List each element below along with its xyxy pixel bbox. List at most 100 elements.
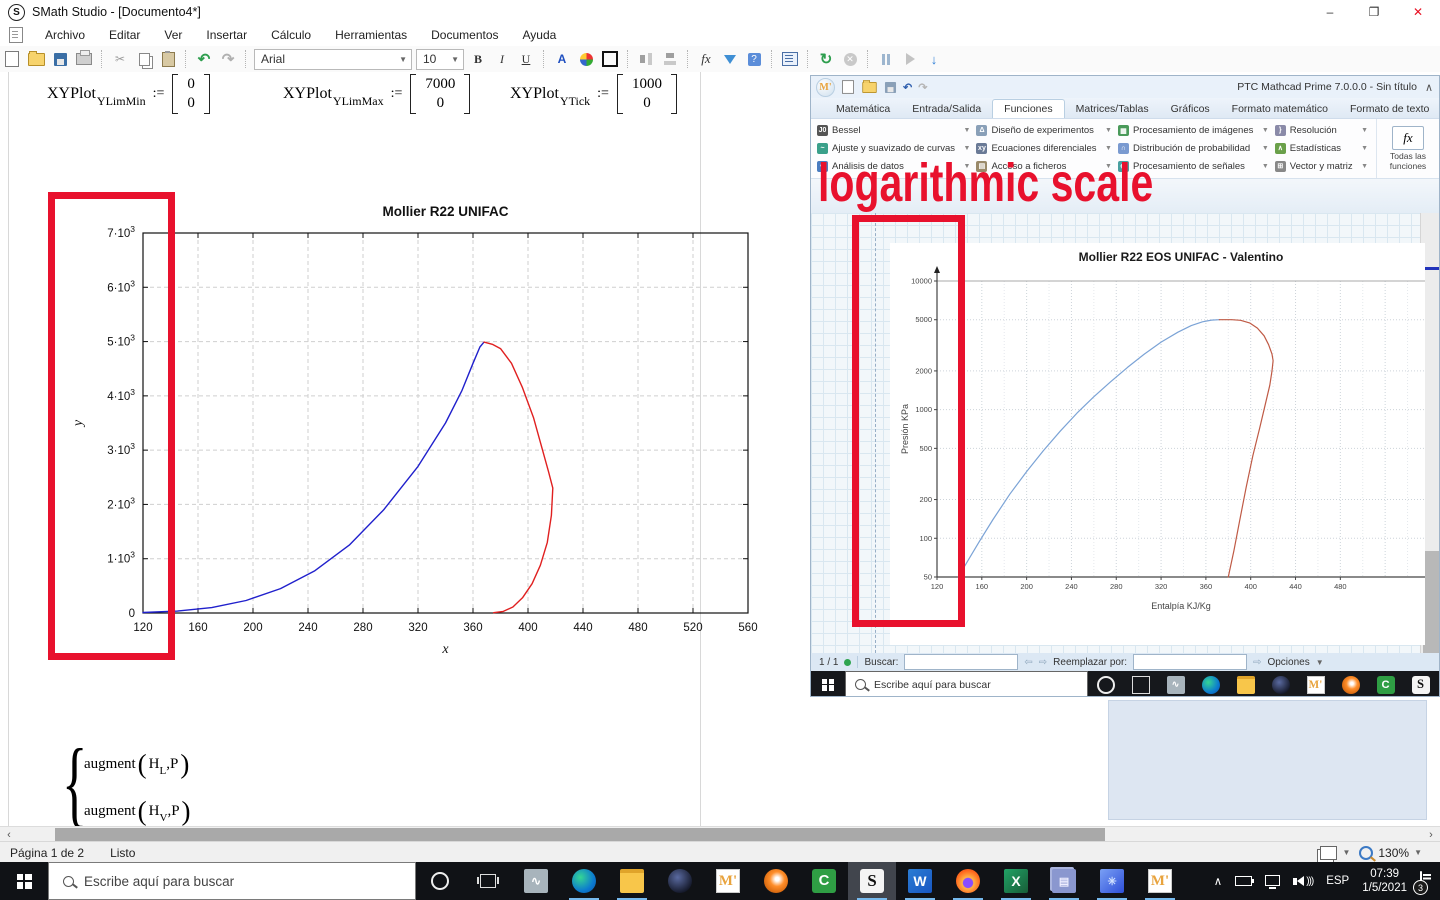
options-menu[interactable]: Opciones xyxy=(1267,657,1309,668)
undo-button[interactable]: ↶ xyxy=(193,48,215,70)
function-button[interactable]: fx xyxy=(695,48,717,70)
menu-editar[interactable]: Editar xyxy=(97,25,152,45)
scroll-right-arrow[interactable]: › xyxy=(1422,827,1440,842)
paste-button[interactable] xyxy=(157,48,179,70)
ribbon-image[interactable]: ▦Procesamiento de imágenes▼ xyxy=(1118,122,1271,140)
bold-button[interactable]: B xyxy=(467,48,489,70)
find-input[interactable] xyxy=(904,654,1018,670)
explorer-taskbar-button[interactable] xyxy=(1228,671,1263,697)
menu-ayuda[interactable]: Ayuda xyxy=(511,25,569,45)
zoom-level[interactable]: 130% xyxy=(1378,846,1409,860)
font-color-button[interactable]: A xyxy=(551,48,573,70)
menu-herramientas[interactable]: Herramientas xyxy=(323,25,419,45)
horizontal-scrollbar[interactable]: ‹ › xyxy=(0,826,1440,842)
ribbon-matrix[interactable]: ⊞Vector y matriz▼ xyxy=(1275,157,1370,175)
smath-taskbar-button[interactable]: S xyxy=(1403,671,1438,697)
replace-icon[interactable]: ⇨ xyxy=(1253,657,1261,668)
photos-taskbar-button[interactable]: ✳ xyxy=(1088,862,1136,900)
menu-archivo[interactable]: Archivo xyxy=(33,25,97,45)
ribbon-doe[interactable]: ΔDiseño de experimentos▼ xyxy=(976,122,1114,140)
language-indicator[interactable]: ESP xyxy=(1326,875,1349,887)
task-view-taskbar-button[interactable] xyxy=(1123,671,1158,697)
filter-button[interactable] xyxy=(719,48,741,70)
help-button[interactable]: ? xyxy=(743,48,765,70)
mathcad2-taskbar-button[interactable]: M' xyxy=(1136,862,1184,900)
definition-ytick[interactable]: XYPlotYTick:=10000 xyxy=(510,74,677,114)
cortana-button[interactable] xyxy=(416,862,464,900)
augment-expression[interactable]: { augment (HL , P)augment (HV , P) xyxy=(62,740,252,835)
new-button[interactable] xyxy=(1,48,23,70)
open-folder-icon[interactable] xyxy=(862,81,876,92)
open-button[interactable] xyxy=(25,48,47,70)
edge-taskbar-button[interactable] xyxy=(1193,671,1228,697)
font-size-select[interactable]: 10▼ xyxy=(416,49,464,70)
notification-button[interactable]: 3 xyxy=(1420,872,1422,890)
scroll-left-arrow[interactable]: ‹ xyxy=(0,827,18,842)
save-icon[interactable] xyxy=(885,81,896,92)
excel-taskbar-button[interactable]: X xyxy=(992,862,1040,900)
stop-button[interactable]: ✕ xyxy=(839,48,861,70)
align-vertical-button[interactable] xyxy=(659,48,681,70)
edge-taskbar-button[interactable] xyxy=(560,862,608,900)
tab-formato-de-texto[interactable]: Formato de texto xyxy=(1339,100,1439,118)
undo-icon[interactable]: ↶ xyxy=(903,81,912,94)
play-button[interactable] xyxy=(899,48,921,70)
firefox-taskbar-button[interactable] xyxy=(944,862,992,900)
camtasia-taskbar-button[interactable]: C xyxy=(800,862,848,900)
sphere-taskbar-button[interactable] xyxy=(656,862,704,900)
options-button[interactable] xyxy=(779,48,801,70)
zoom-icon[interactable] xyxy=(1359,846,1373,860)
tab-gr-ficos[interactable]: Gráficos xyxy=(1160,100,1221,118)
menu-cálculo[interactable]: Cálculo xyxy=(259,25,323,45)
menu-insertar[interactable]: Insertar xyxy=(194,25,259,45)
mathcad-taskbar-button[interactable]: M' xyxy=(1298,671,1333,697)
collapse-ribbon-icon[interactable]: ∧ xyxy=(1425,81,1439,94)
find-prev-icon[interactable]: ⇦ xyxy=(1024,657,1032,668)
tab-formato-matem-tico[interactable]: Formato matemático xyxy=(1221,100,1339,118)
network-icon[interactable] xyxy=(1265,875,1280,886)
taskbar-search-box[interactable]: Escribe aquí para buscar xyxy=(48,862,416,900)
start-button[interactable] xyxy=(811,671,845,697)
save-button[interactable] xyxy=(49,48,71,70)
scrollbar-thumb[interactable] xyxy=(1423,551,1440,655)
underline-button[interactable]: U xyxy=(515,48,537,70)
font-family-select[interactable]: Arial▼ xyxy=(254,49,412,70)
maximize-button[interactable]: ❐ xyxy=(1352,1,1396,23)
battery-icon[interactable] xyxy=(1235,876,1252,886)
ribbon-bessel[interactable]: J0Bessel▼ xyxy=(817,122,972,140)
word-taskbar-button[interactable]: W xyxy=(896,862,944,900)
redo-icon[interactable]: ↷ xyxy=(918,81,927,94)
clock[interactable]: 07:39 1/5/2021 xyxy=(1362,867,1407,896)
tab-matrices-tablas[interactable]: Matrices/Tablas xyxy=(1065,100,1160,118)
all-functions-button[interactable]: fx Todas las funciones xyxy=(1376,119,1439,178)
embedded-search-box[interactable]: Escribe aquí para buscar xyxy=(845,671,1088,697)
close-button[interactable]: ✕ xyxy=(1396,1,1440,23)
blender-taskbar-button[interactable] xyxy=(1333,671,1368,697)
mathcad-taskbar-button[interactable]: M' xyxy=(704,862,752,900)
tab-matem-tica[interactable]: Matemática xyxy=(825,100,901,118)
background-color-button[interactable] xyxy=(575,48,597,70)
replace-input[interactable] xyxy=(1133,654,1247,670)
align-horizontal-button[interactable] xyxy=(635,48,657,70)
notes-taskbar-button[interactable]: ▤ xyxy=(1040,862,1088,900)
blender-taskbar-button[interactable] xyxy=(752,862,800,900)
new-page-icon[interactable] xyxy=(842,80,854,94)
sphere-taskbar-button[interactable] xyxy=(1263,671,1298,697)
camtasia-taskbar-button[interactable]: C xyxy=(1368,671,1403,697)
minimize-button[interactable]: – xyxy=(1308,1,1352,23)
menu-documentos[interactable]: Documentos xyxy=(419,25,510,45)
smath-taskbar-button[interactable]: S xyxy=(848,862,896,900)
definition-ylimmin[interactable]: XYPlotYLimMin:=00 xyxy=(47,74,210,114)
perf-taskbar-button[interactable]: ∿ xyxy=(512,862,560,900)
tab-entrada-salida[interactable]: Entrada/Salida xyxy=(901,100,992,118)
ribbon-solve[interactable]: }Resolución▼ xyxy=(1275,122,1370,140)
print-button[interactable] xyxy=(73,48,95,70)
page-layout-icon[interactable] xyxy=(1320,846,1337,860)
perf-taskbar-button[interactable]: ∿ xyxy=(1158,671,1193,697)
cortana-taskbar-button[interactable] xyxy=(1088,671,1123,697)
start-button[interactable] xyxy=(0,862,48,900)
copy-button[interactable] xyxy=(133,48,155,70)
step-button[interactable]: ↓ xyxy=(923,48,945,70)
hidden-icons-chevron[interactable]: ∧ xyxy=(1214,874,1222,888)
task-view-button[interactable] xyxy=(464,862,512,900)
